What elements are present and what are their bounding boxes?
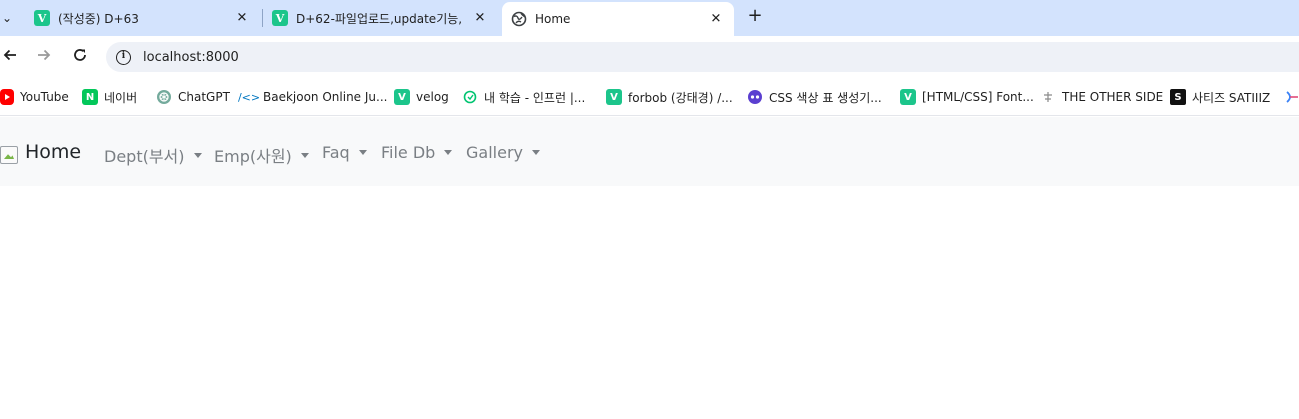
- tab-separator: [262, 9, 263, 27]
- the-other-side-icon: [1040, 89, 1056, 105]
- close-icon[interactable]: ✕: [472, 11, 488, 26]
- bookmark-forbob[interactable]: V forbob (강태경) /...: [606, 88, 733, 106]
- menu-label: Gallery: [466, 143, 523, 162]
- navbar-brand[interactable]: Home: [25, 141, 81, 163]
- bookmark-the-other-side[interactable]: THE OTHER SIDE: [1040, 88, 1163, 106]
- globe-icon: [511, 11, 527, 27]
- menu-label: File Db: [381, 143, 436, 162]
- broken-image-icon: [0, 146, 18, 164]
- bookmark-youtube[interactable]: YouTube: [0, 88, 69, 106]
- tab-d62-file-upload[interactable]: V D+62-파일업로드,update기능, ✕: [272, 0, 498, 36]
- naver-icon: N: [82, 89, 98, 105]
- back-arrow-icon[interactable]: [0, 47, 20, 67]
- bookmark-velog[interactable]: V velog: [394, 88, 449, 106]
- new-tab-plus-icon[interactable]: +: [745, 7, 765, 27]
- close-icon[interactable]: ✕: [708, 12, 724, 27]
- address-bar[interactable]: i localhost:8000: [106, 42, 1299, 72]
- menu-label: Dept(부서): [104, 147, 185, 166]
- close-icon[interactable]: ✕: [234, 11, 250, 26]
- caret-down-icon: [193, 152, 202, 158]
- site-info-icon[interactable]: i: [116, 49, 131, 65]
- url-text: localhost:8000: [143, 49, 239, 65]
- forward-arrow-icon[interactable]: [34, 47, 54, 67]
- bookmark-naver[interactable]: N 네이버: [82, 88, 137, 106]
- menu-filedb-dropdown[interactable]: File Db: [381, 143, 453, 162]
- caret-down-icon: [531, 150, 540, 155]
- bookmark-overflow-partial[interactable]: [1284, 88, 1299, 106]
- bookmark-label: CSS 색상 표 생성기...: [769, 90, 882, 105]
- velog-v-icon: V: [606, 89, 622, 105]
- velog-v-icon: V: [272, 10, 288, 26]
- bookmarks-bar: YouTube N 네이버 ChatGPT /<> Baekjoon Onlin…: [0, 78, 1299, 116]
- bookmark-label: THE OTHER SIDE: [1062, 90, 1164, 104]
- app-navbar: Home Dept(부서) Emp(사원) Faq File Db Galler…: [0, 117, 1299, 186]
- css-tool-icon: [747, 89, 763, 105]
- tab-title: D+62-파일업로드,update기능,: [296, 11, 463, 26]
- tab-home[interactable]: Home ✕: [502, 2, 734, 36]
- caret-down-icon: [444, 150, 453, 155]
- bookmark-html-css-font[interactable]: V [HTML/CSS] Font...: [900, 88, 1034, 106]
- chatgpt-icon: [156, 89, 172, 105]
- bookmark-baekjoon[interactable]: /<> Baekjoon Online Ju...: [237, 88, 388, 106]
- bookmark-label: [HTML/CSS] Font...: [922, 90, 1034, 104]
- youtube-icon: [0, 89, 14, 105]
- inflearn-icon: [462, 89, 478, 105]
- tab-title: Home: [535, 12, 571, 26]
- reload-icon[interactable]: [70, 47, 90, 67]
- bookmark-css-color[interactable]: CSS 색상 표 생성기...: [747, 88, 882, 106]
- bookmark-label: Baekjoon Online Ju...: [263, 90, 388, 104]
- bookmark-inflearn[interactable]: 내 학습 - 인프런 |...: [462, 88, 585, 106]
- bookmark-label: 네이버: [104, 90, 138, 105]
- bookmark-label: forbob (강태경) /...: [628, 90, 733, 105]
- bookmark-label: velog: [416, 90, 449, 104]
- partial-bookmark-icon: [1284, 89, 1299, 105]
- menu-faq-dropdown[interactable]: Faq: [322, 143, 367, 162]
- bookmark-label: 사티즈 SATIIIZ: [1192, 90, 1271, 105]
- bookmark-label: YouTube: [20, 90, 69, 104]
- menu-emp-dropdown[interactable]: Emp(사원): [214, 143, 309, 167]
- code-icon: /<>: [237, 90, 261, 104]
- menu-dept-dropdown[interactable]: Dept(부서): [104, 143, 202, 167]
- caret-down-icon: [300, 152, 309, 158]
- bookmark-satiiiz[interactable]: S 사티즈 SATIIIZ: [1170, 88, 1270, 106]
- satiiiz-icon: S: [1170, 89, 1186, 105]
- menu-gallery-dropdown[interactable]: Gallery: [466, 143, 540, 162]
- velog-v-icon: V: [394, 89, 410, 105]
- bookmark-label: 내 학습 - 인프런 |...: [484, 90, 586, 105]
- browser-toolbar: i localhost:8000: [0, 36, 1299, 78]
- caret-down-icon: [358, 150, 367, 155]
- tab-writing-d63[interactable]: V (작성중) D+63 ✕: [34, 0, 260, 36]
- velog-v-icon: V: [34, 10, 50, 26]
- tab-search-chevron-icon[interactable]: ⌄: [0, 8, 14, 28]
- page-content-area: [0, 186, 1299, 419]
- bookmark-label: ChatGPT: [178, 90, 230, 104]
- velog-v-icon: V: [900, 89, 916, 105]
- menu-label: Faq: [322, 143, 350, 162]
- menu-label: Emp(사원): [214, 147, 292, 166]
- tab-strip: ⌄ V (작성중) D+63 ✕ V D+62-파일업로드,update기능, …: [0, 0, 1299, 36]
- tab-title: (작성중) D+63: [58, 11, 139, 26]
- bookmark-chatgpt[interactable]: ChatGPT: [156, 88, 230, 106]
